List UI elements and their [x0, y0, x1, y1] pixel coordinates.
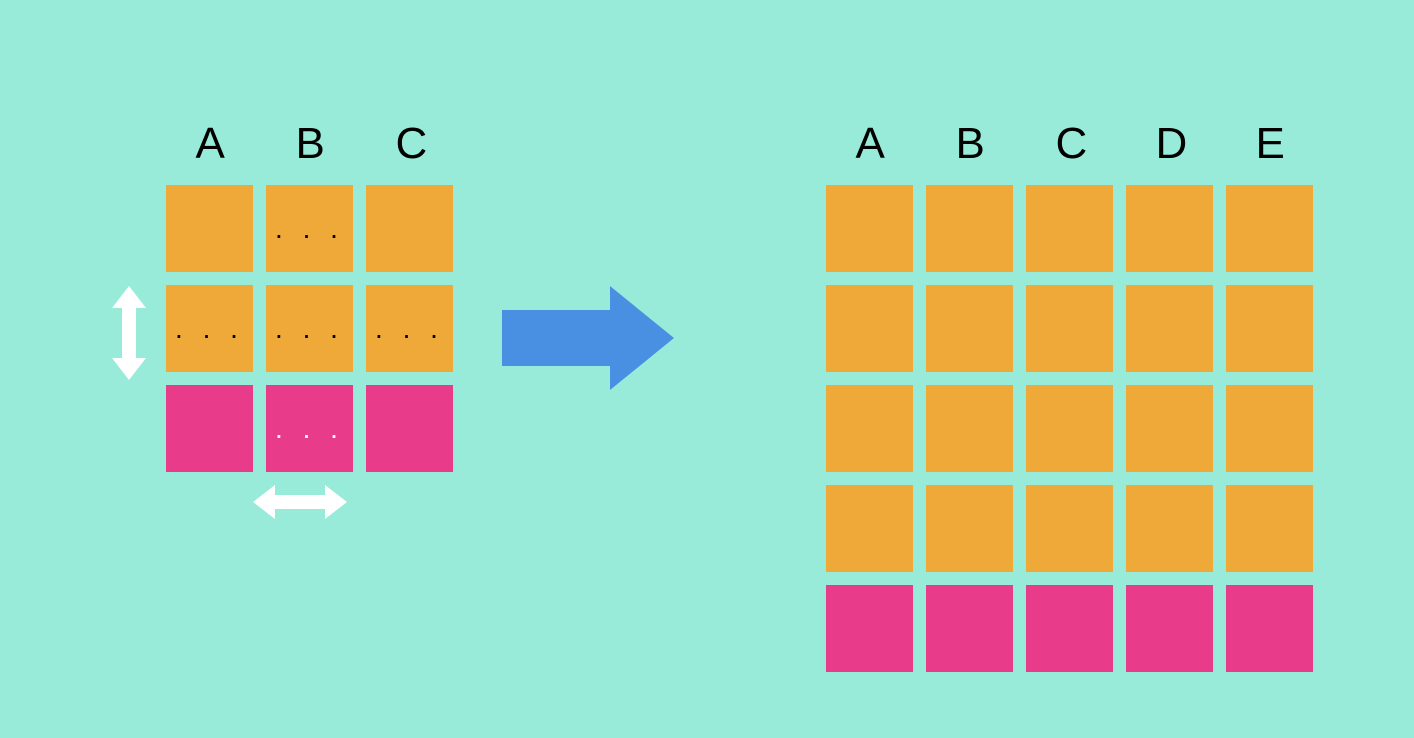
- right-grid-cell-r0-c0: [826, 185, 913, 272]
- right-arrow-icon: [502, 286, 674, 390]
- right-grid-cell-r3-c1: [926, 485, 1013, 572]
- left-grid-cell-r1-c1: . . .: [266, 285, 353, 372]
- left-grid-cell-r2-c1: . . .: [266, 385, 353, 472]
- right-grid-col-label-a: A: [856, 119, 885, 169]
- vertical-double-arrow-icon: [112, 286, 146, 380]
- right-grid-cell-r4-c3: [1126, 585, 1213, 672]
- right-grid-cell-r4-c0: [826, 585, 913, 672]
- right-grid-cell-r1-c2: [1026, 285, 1113, 372]
- left-grid-cell-r0-c1: . . .: [266, 185, 353, 272]
- left-grid-cell-r2-c0: [166, 385, 253, 472]
- right-grid-cell-r4-c2: [1026, 585, 1113, 672]
- right-grid-cell-r1-c1: [926, 285, 1013, 372]
- right-grid-cell-r1-c3: [1126, 285, 1213, 372]
- left-grid-cell-r1-c2: . . .: [366, 285, 453, 372]
- left-grid-cell-r1-c0: . . .: [166, 285, 253, 372]
- right-grid-col-label-b: B: [956, 119, 985, 169]
- right-grid-cell-r0-c2: [1026, 185, 1113, 272]
- right-grid-col-label-c: C: [1056, 119, 1088, 169]
- right-grid-cell-r0-c1: [926, 185, 1013, 272]
- right-grid-cell-r3-c2: [1026, 485, 1113, 572]
- right-grid-cell-r2-c2: [1026, 385, 1113, 472]
- right-grid-cell-r2-c0: [826, 385, 913, 472]
- left-grid-col-label-b: B: [296, 119, 325, 169]
- right-grid-cell-r1-c4: [1226, 285, 1313, 372]
- right-grid-cell-r0-c3: [1126, 185, 1213, 272]
- right-grid-cell-r2-c1: [926, 385, 1013, 472]
- left-grid-col-label-c: C: [396, 119, 428, 169]
- right-grid-cell-r3-c4: [1226, 485, 1313, 572]
- right-grid-cell-r4-c4: [1226, 585, 1313, 672]
- right-grid-cell-r4-c1: [926, 585, 1013, 672]
- right-grid-cell-r2-c4: [1226, 385, 1313, 472]
- right-grid-cell-r0-c4: [1226, 185, 1313, 272]
- right-grid-col-label-d: D: [1156, 119, 1188, 169]
- right-grid-cell-r2-c3: [1126, 385, 1213, 472]
- right-grid-cell-r3-c0: [826, 485, 913, 572]
- left-grid-cell-r0-c2: [366, 185, 453, 272]
- right-grid-col-label-e: E: [1256, 119, 1285, 169]
- left-grid-cell-r2-c2: [366, 385, 453, 472]
- right-grid-cell-r1-c0: [826, 285, 913, 372]
- right-grid-cell-r3-c3: [1126, 485, 1213, 572]
- left-grid-cell-r0-c0: [166, 185, 253, 272]
- left-grid-col-label-a: A: [196, 119, 225, 169]
- horizontal-double-arrow-icon: [253, 485, 347, 519]
